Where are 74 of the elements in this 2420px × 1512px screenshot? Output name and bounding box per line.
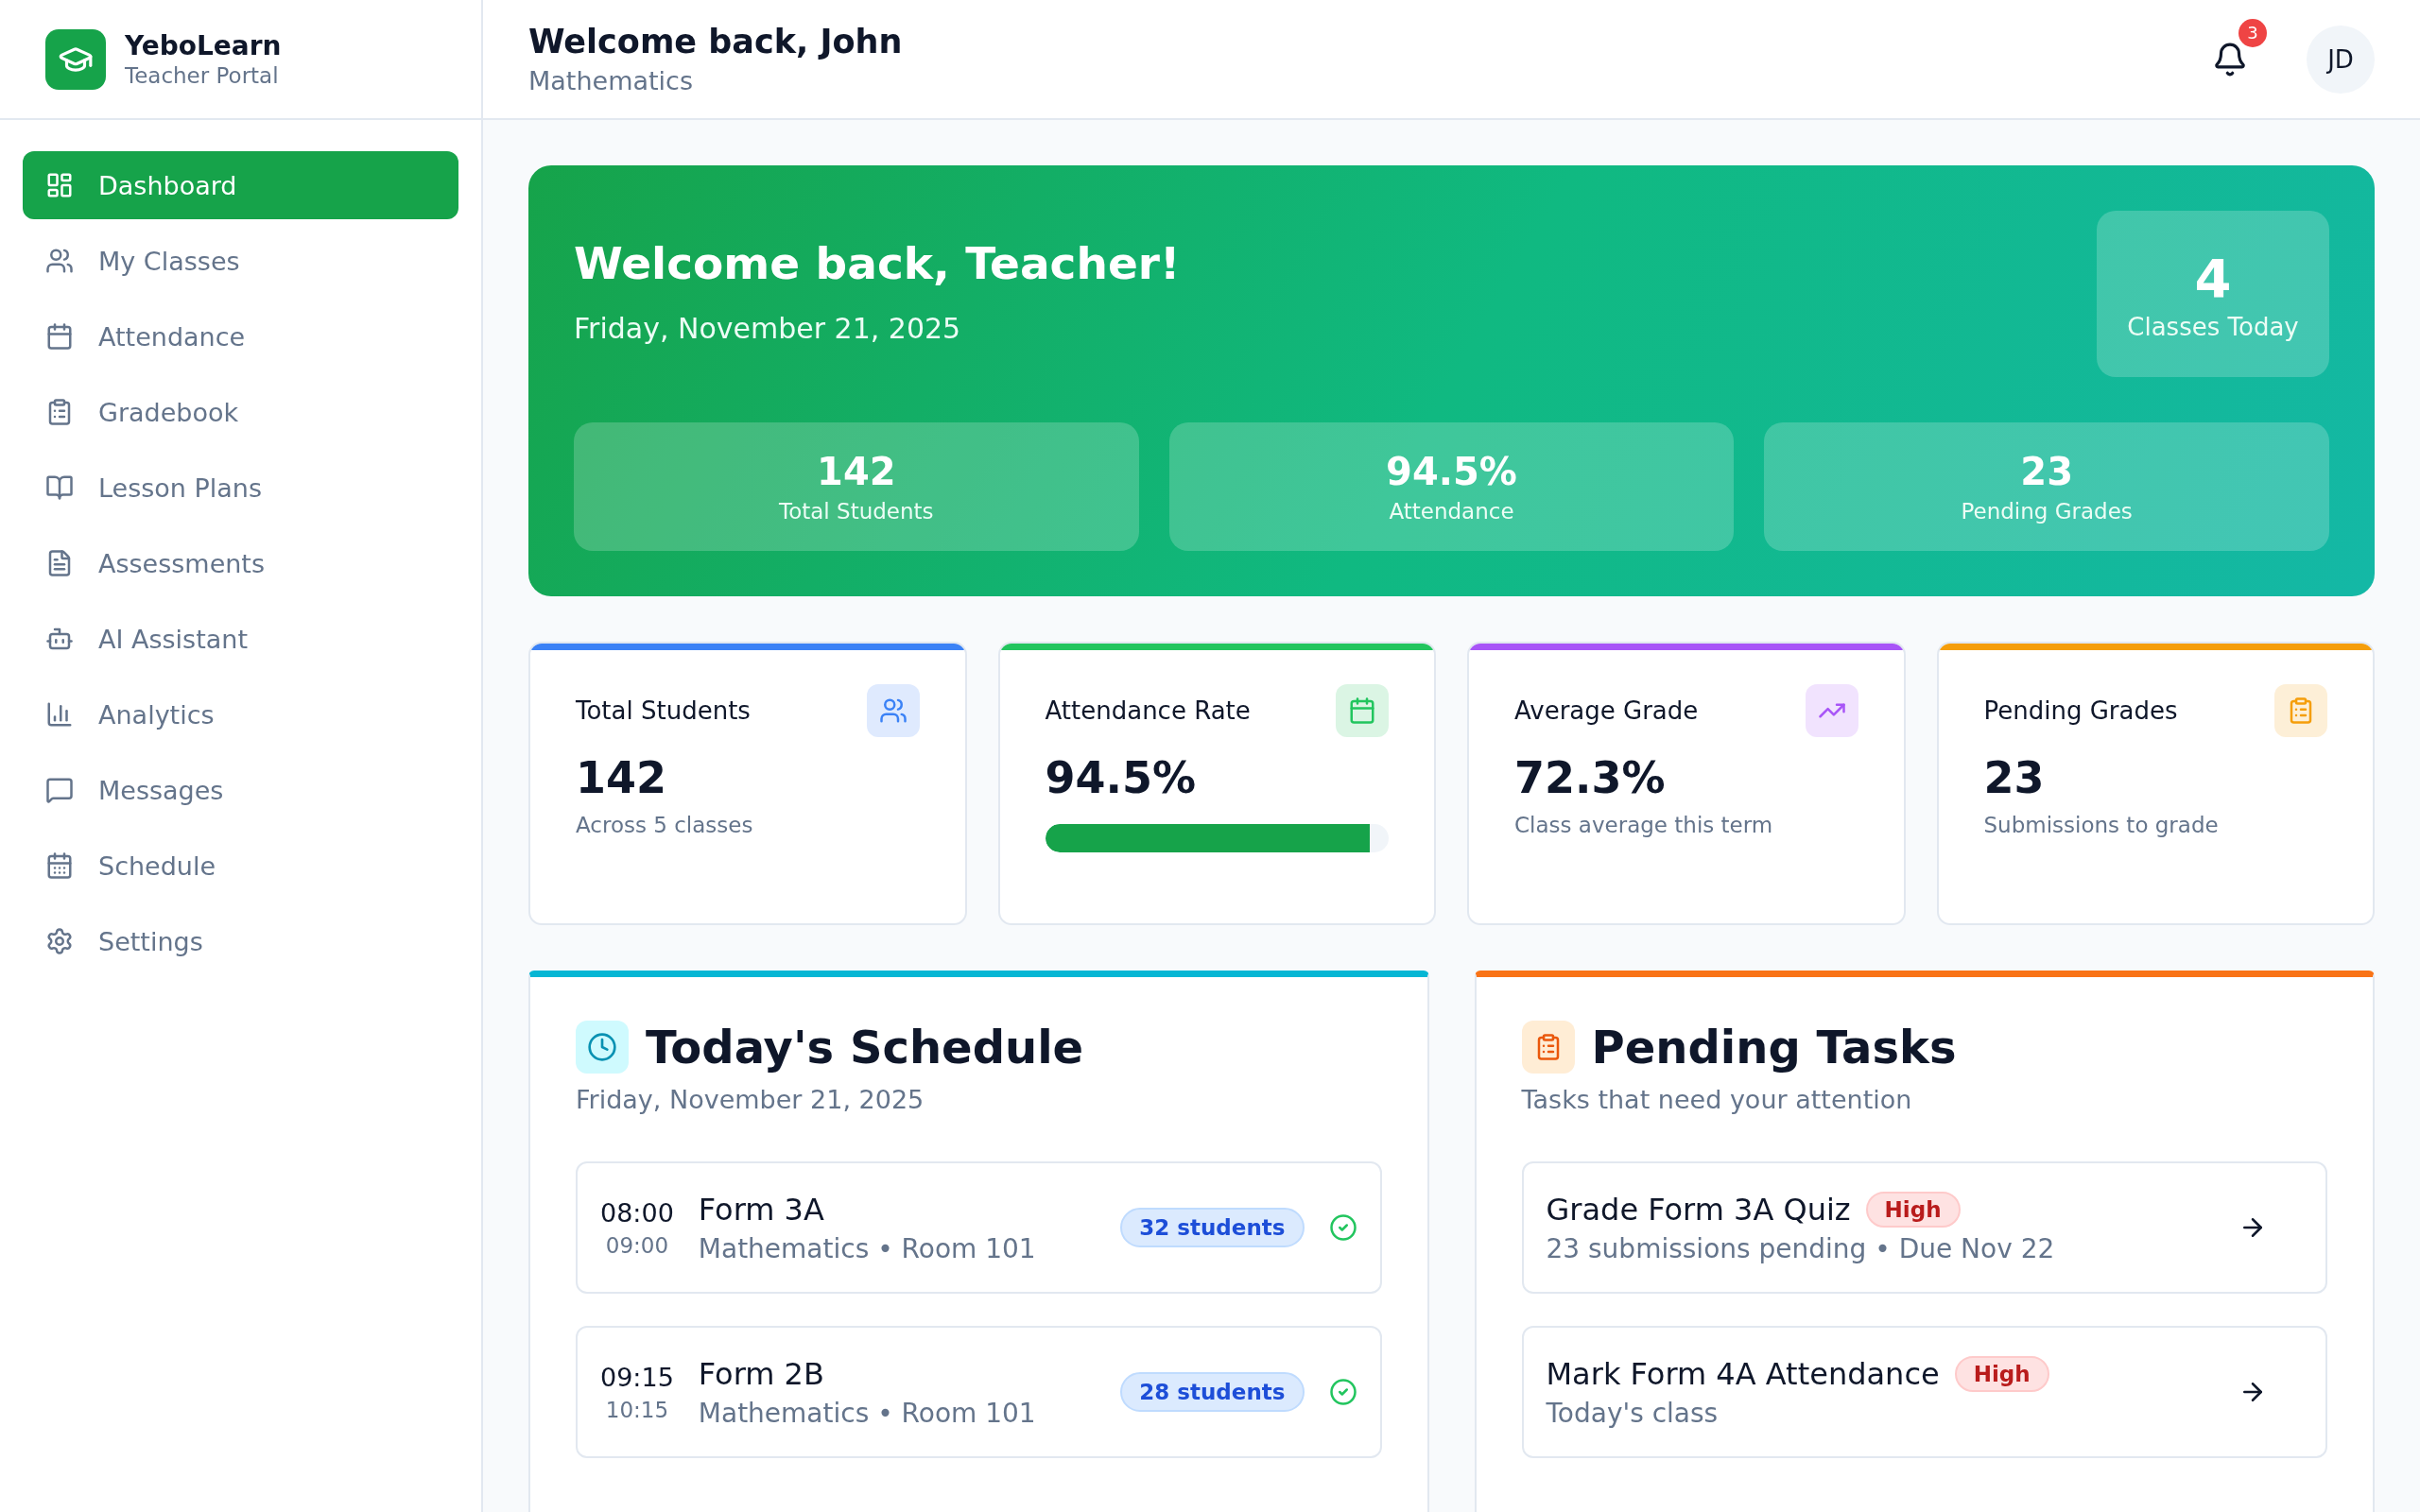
card-value: 72.3% [1514, 752, 1667, 803]
sidebar-item[interactable]: My Classes [23, 227, 458, 295]
priority-tag: High [1865, 1191, 1961, 1228]
schedule-item[interactable]: 09:15 10:15 Form 2B Mathematics • Room 101 28 students [576, 1326, 1382, 1458]
banner-title: Welcome back, Teacher! [574, 237, 1181, 289]
users-icon [45, 247, 74, 275]
card-title: Average Grade [1514, 696, 1699, 725]
card-caption: Submissions to grade [1983, 813, 2220, 837]
stat-value: 142 [817, 450, 896, 493]
card-title: Attendance Rate [1045, 696, 1251, 725]
book-icon [45, 473, 74, 502]
stat-value: 94.5% [1386, 450, 1517, 493]
notification-count: 3 [2238, 18, 2267, 47]
stat-label: Attendance [1389, 499, 1514, 524]
classes-today-count: 4 [2194, 247, 2232, 309]
schedule-item[interactable]: 08:00 09:00 Form 3A Mathematics • Room 101 32 students [576, 1161, 1382, 1294]
sidebar-item[interactable]: Settings [23, 907, 458, 975]
panel-title: Today's Schedule [646, 1021, 1084, 1074]
sidebar-item[interactable]: Assessments [23, 529, 458, 597]
start-time: 09:15 [600, 1362, 674, 1392]
card-title: Total Students [576, 696, 751, 725]
page-subtitle: Mathematics [528, 66, 694, 95]
message-icon [45, 776, 74, 804]
task-item[interactable]: Mark Form 4A Attendance High Today's class [1521, 1326, 2327, 1458]
sidebar-item[interactable]: Analytics [23, 680, 458, 748]
class-details: Mathematics • Room 101 [698, 1397, 1037, 1429]
card-value: 94.5% [1045, 752, 1198, 803]
class-name: Form 2B [698, 1355, 825, 1392]
calendar-icon [1348, 696, 1376, 725]
sidebar-item[interactable]: Messages [23, 756, 458, 824]
student-count: 28 students [1120, 1372, 1305, 1412]
card-caption: Class average this term [1514, 813, 1774, 837]
card-value: 23 [1983, 752, 2046, 803]
task-details: Today's class [1546, 1397, 1720, 1429]
student-count: 32 students [1120, 1208, 1305, 1247]
brand-name: YeboLearn [125, 30, 282, 61]
sidebar-item[interactable]: Gradebook [23, 378, 458, 446]
panel-title: Pending Tasks [1591, 1021, 1957, 1074]
banner-date: Friday, November 21, 2025 [574, 312, 962, 345]
clock-icon [587, 1032, 617, 1062]
class-details: Mathematics • Room 101 [698, 1232, 1037, 1264]
priority-tag: High [1954, 1355, 2049, 1392]
stat-label: Total Students [779, 499, 934, 524]
grid-icon [45, 171, 74, 199]
end-time: 10:15 [605, 1397, 669, 1422]
task-title: Grade Form 3A Quiz [1546, 1191, 1851, 1228]
bar-chart-icon [45, 700, 74, 729]
user-avatar[interactable]: JD [2307, 25, 2375, 94]
card-value: 142 [576, 752, 668, 803]
card-caption: Across 5 classes [576, 813, 754, 837]
task-details: 23 submissions pending • Due Nov 22 [1546, 1232, 2056, 1264]
calendar-icon [45, 851, 74, 880]
classes-today-label: Classes Today [2127, 312, 2299, 341]
stat-value: 23 [2020, 450, 2073, 493]
sidebar-item[interactable]: Schedule [23, 832, 458, 900]
sidebar-item[interactable]: Lesson Plans [23, 454, 458, 522]
users-icon [878, 696, 908, 725]
panel-subtitle: Tasks that need your attention [1521, 1085, 1913, 1114]
page-title: Welcome back, John [528, 23, 903, 60]
brand-subtitle: Teacher Portal [125, 63, 280, 88]
task-title: Mark Form 4A Attendance [1546, 1355, 1940, 1392]
sidebar-item[interactable]: Attendance [23, 302, 458, 370]
calendar-icon [45, 322, 74, 351]
start-time: 08:00 [600, 1197, 674, 1228]
card-title: Pending Grades [1983, 696, 2178, 725]
sidebar-item[interactable]: AI Assistant [23, 605, 458, 673]
sidebar-item[interactable]: Dashboard [23, 151, 458, 219]
stat-label: Pending Grades [1961, 499, 2133, 524]
end-time: 09:00 [605, 1232, 669, 1258]
logo-icon [45, 28, 106, 90]
settings-icon [45, 927, 74, 955]
task-item[interactable]: Grade Form 3A Quiz High 23 submissions pending • Due Nov 22 [1521, 1161, 2327, 1294]
panel-subtitle: Friday, November 21, 2025 [576, 1085, 925, 1114]
class-name: Form 3A [698, 1191, 825, 1228]
